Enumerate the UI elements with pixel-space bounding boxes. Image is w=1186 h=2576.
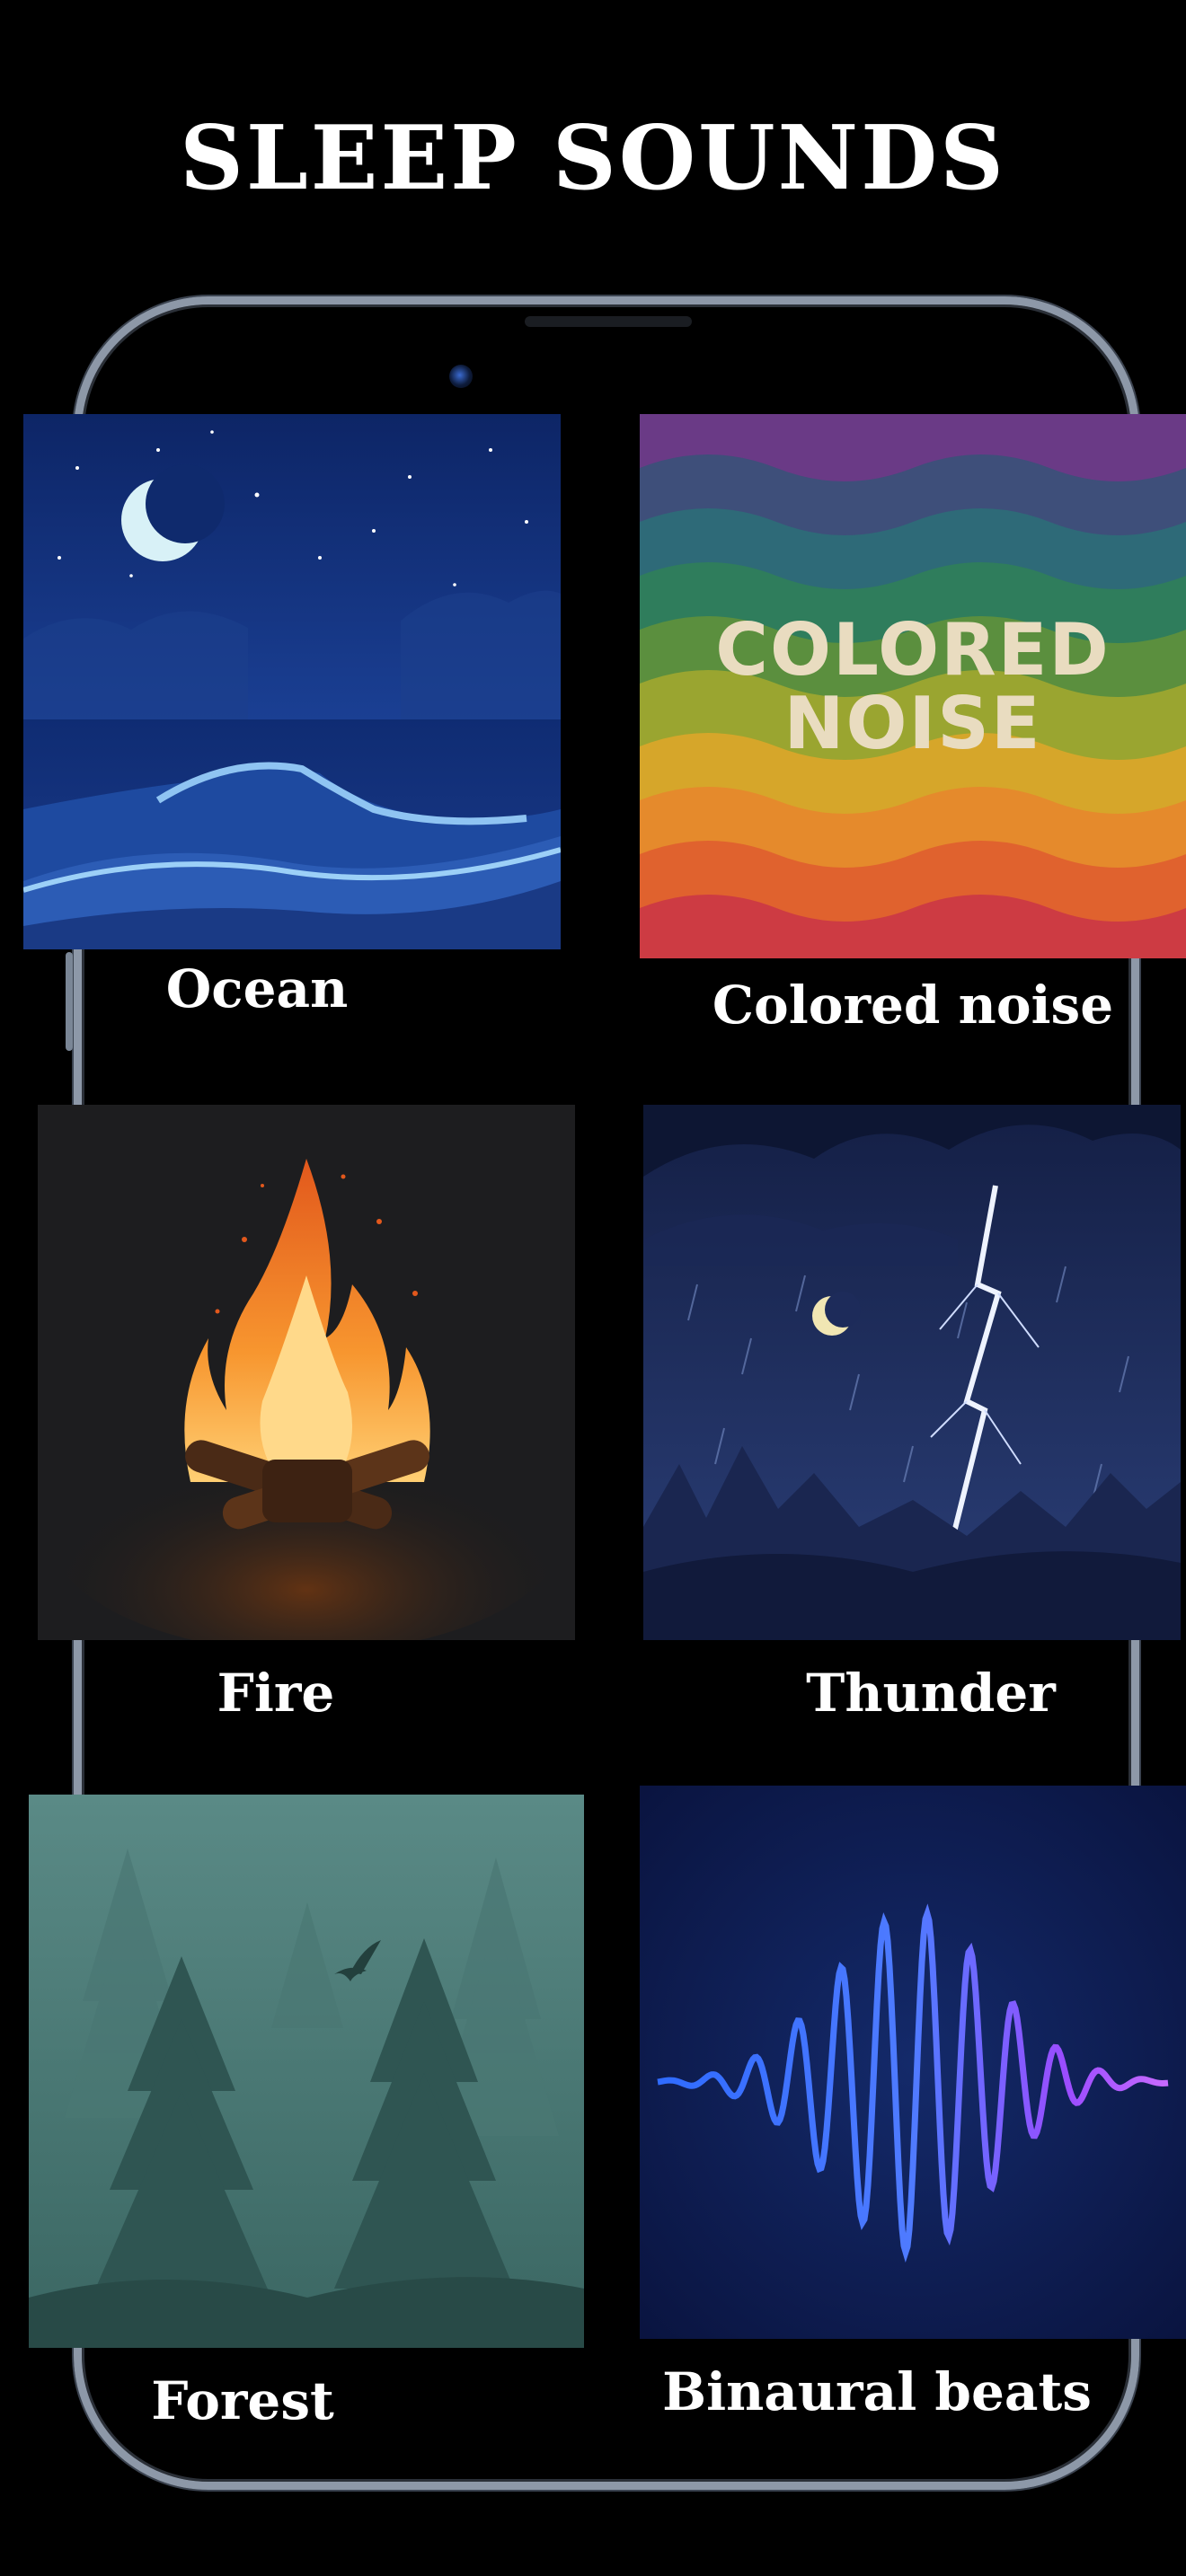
camera-icon <box>449 365 473 388</box>
sound-label-fire[interactable]: Fire <box>38 1667 514 1719</box>
sound-card-binaural-beats[interactable] <box>640 1786 1186 2339</box>
sound-label-colored-noise[interactable]: Colored noise <box>697 979 1128 1031</box>
ocean-moon-icon <box>23 414 561 949</box>
colored-noise-art-line2: NOISE <box>784 682 1042 765</box>
page-title: SLEEP SOUNDS <box>180 107 1006 210</box>
sound-card-fire[interactable] <box>38 1105 575 1640</box>
sound-card-forest[interactable] <box>29 1795 584 2348</box>
misty-forest-icon <box>29 1795 584 2348</box>
sound-label-ocean[interactable]: Ocean <box>23 963 491 1015</box>
sound-card-thunder[interactable] <box>643 1105 1181 1640</box>
sound-card-ocean[interactable] <box>23 414 561 949</box>
sound-wave-icon <box>640 1786 1186 2339</box>
colored-noise-art-line1: COLORED <box>715 608 1111 692</box>
campfire-icon <box>38 1105 575 1640</box>
rainbow-waves-icon: COLORED NOISE <box>640 414 1186 958</box>
lightning-storm-icon <box>643 1105 1181 1640</box>
sound-label-thunder[interactable]: Thunder <box>697 1667 1164 1719</box>
sound-label-forest[interactable]: Forest <box>36 2375 449 2427</box>
sound-label-binaural-beats[interactable]: Binaural beats <box>652 2366 1102 2418</box>
phone-speaker <box>525 316 692 327</box>
sound-card-colored-noise[interactable]: COLORED NOISE <box>640 414 1186 958</box>
